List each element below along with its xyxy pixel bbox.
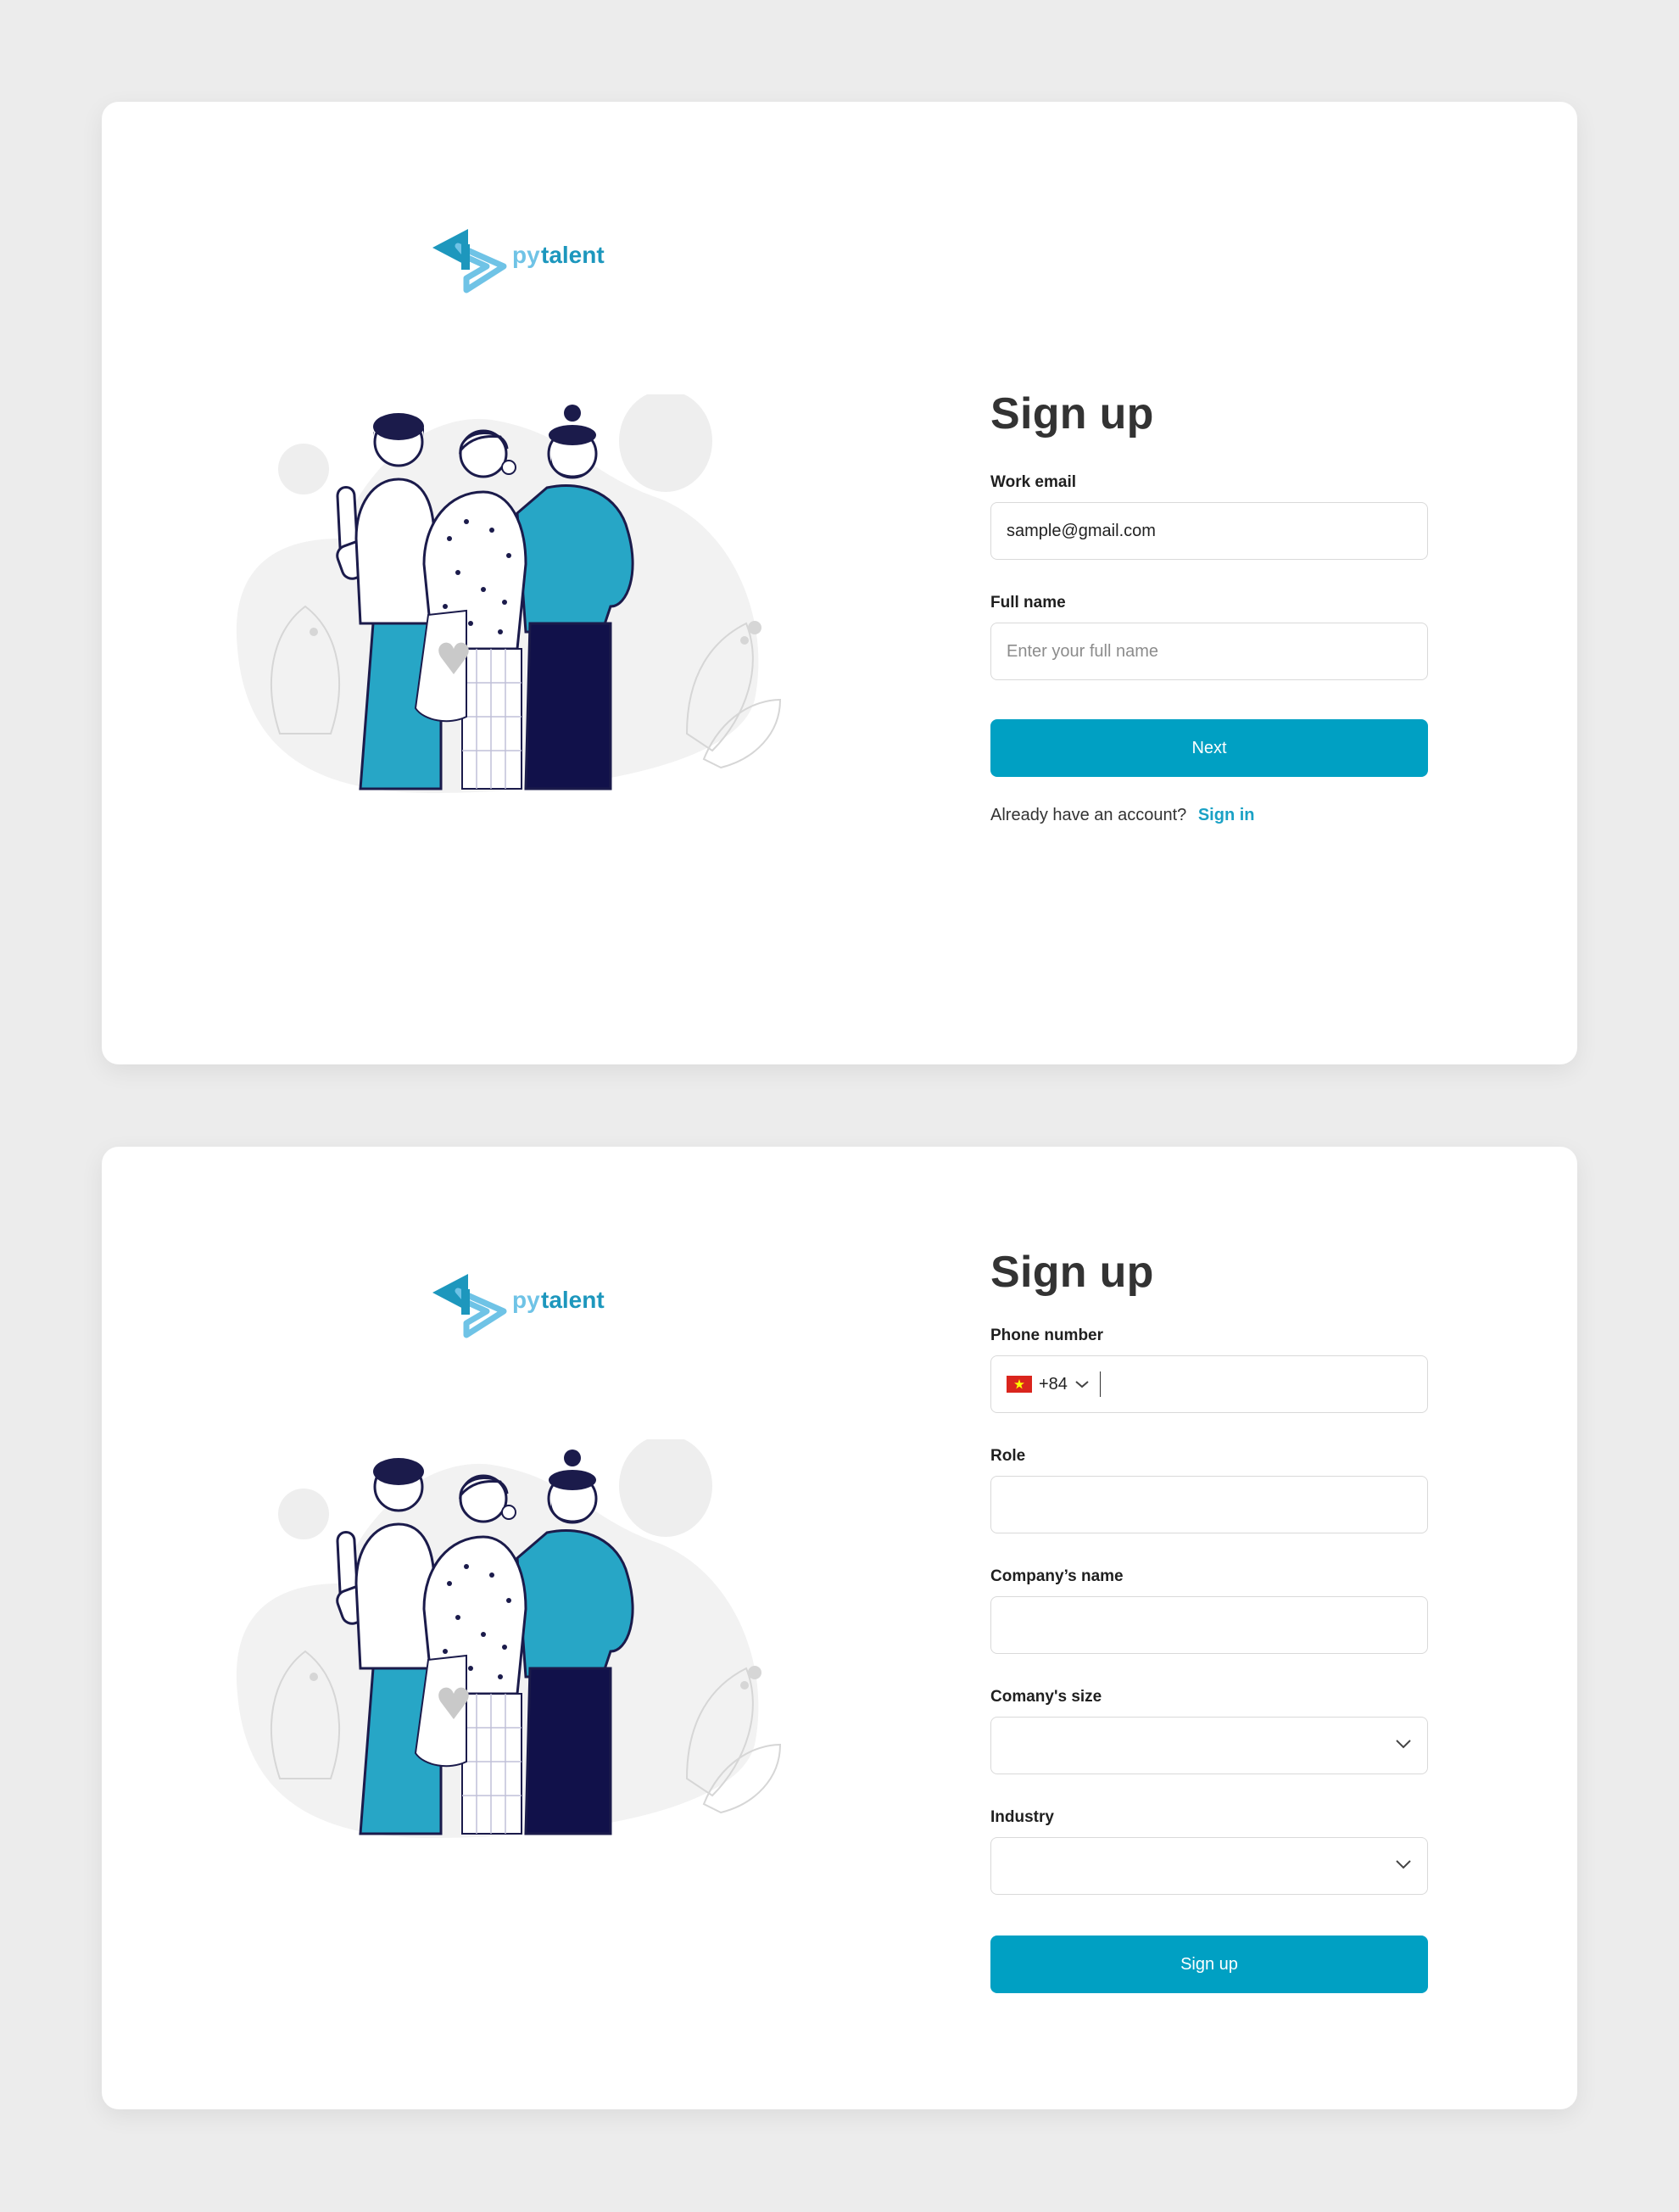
signup-card-step1: py talent Sign up Work email sample@gmai… — [102, 102, 1577, 1064]
chevron-down-icon — [1396, 1860, 1411, 1869]
signin-link[interactable]: Sign in — [1198, 806, 1255, 824]
pytalent-logo: py talent — [432, 229, 628, 297]
full-name-label: Full name — [990, 594, 1066, 612]
role-field[interactable] — [990, 1476, 1428, 1533]
signup-button[interactable]: Sign up — [990, 1936, 1428, 1993]
work-email-value: sample@gmail.com — [1007, 521, 1156, 540]
already-have-account-text: Already have an account? — [990, 806, 1187, 824]
phone-number-field[interactable]: +84 — [990, 1355, 1428, 1413]
chevron-down-icon — [1075, 1381, 1089, 1388]
country-code-select[interactable]: +84 — [1007, 1371, 1102, 1397]
vietnam-flag-icon — [1007, 1376, 1032, 1393]
work-email-label: Work email — [990, 473, 1077, 491]
industry-label: Industry — [990, 1808, 1054, 1826]
signup-card-step2: py talent Sign up Phone number +84 Role … — [102, 1147, 1577, 2109]
svg-text:py: py — [512, 1287, 540, 1313]
work-email-field[interactable]: sample@gmail.com — [990, 502, 1428, 560]
pytalent-logo: py talent — [432, 1274, 628, 1342]
full-name-placeholder: Enter your full name — [1007, 641, 1158, 661]
role-label: Role — [990, 1447, 1026, 1465]
team-illustration — [212, 1435, 831, 1846]
svg-text:talent: talent — [541, 1287, 605, 1313]
company-size-select[interactable] — [990, 1717, 1428, 1774]
svg-text:py: py — [512, 242, 540, 268]
signup-form-step2: Sign up Phone number +84 Role Company’s … — [990, 1247, 1428, 1993]
next-button[interactable]: Next — [990, 719, 1428, 777]
full-name-field[interactable]: Enter your full name — [990, 623, 1428, 680]
signup-form-step1: Sign up Work email sample@gmail.com Full… — [990, 388, 1428, 825]
country-code-value: +84 — [1039, 1374, 1068, 1394]
page-title: Sign up — [990, 1248, 1154, 1297]
chevron-down-icon — [1396, 1740, 1411, 1749]
company-name-label: Company’s name — [990, 1567, 1124, 1585]
industry-select[interactable] — [990, 1837, 1428, 1895]
phone-number-label: Phone number — [990, 1327, 1104, 1344]
text-cursor — [1099, 1371, 1102, 1397]
page-title: Sign up — [990, 389, 1154, 438]
company-size-label: Comany's size — [990, 1688, 1102, 1706]
svg-text:talent: talent — [541, 242, 605, 268]
team-illustration — [212, 390, 831, 802]
signin-prompt: Already have an account? Sign in — [990, 806, 1428, 825]
company-name-field[interactable] — [990, 1596, 1428, 1654]
